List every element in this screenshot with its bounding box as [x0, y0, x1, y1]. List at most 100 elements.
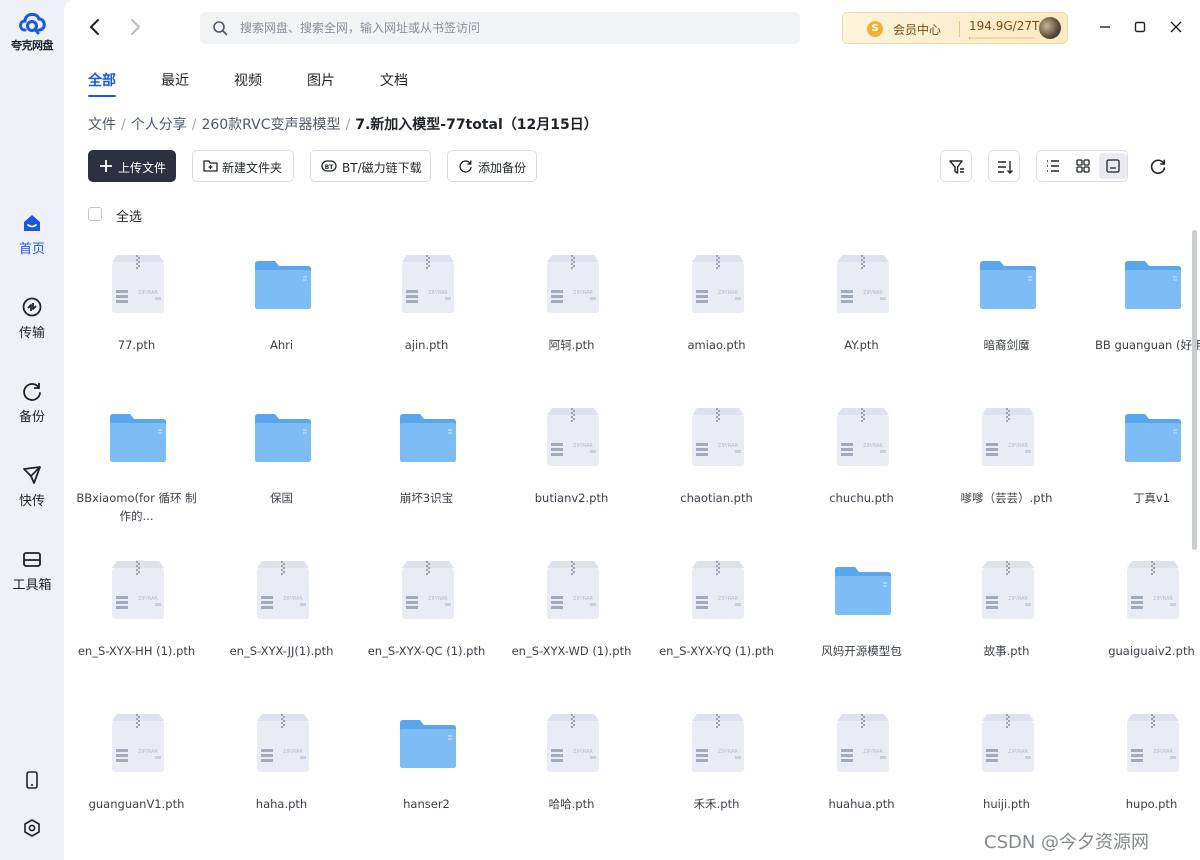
tab-documents[interactable]: 文档	[380, 70, 408, 90]
folder-item[interactable]: Ahri	[209, 236, 354, 386]
file-item[interactable]: ZIP/RAR 嗲嗲（芸芸）.pth	[934, 389, 1079, 539]
tab-all[interactable]: 全部	[88, 70, 116, 90]
folder-icon	[1125, 414, 1181, 462]
cloud-logo-icon	[19, 12, 46, 35]
breadcrumb: 文件 / 个人分享/260款RVC变声器模型/7.新加入模型-77total（12月…	[88, 114, 598, 134]
folder-item[interactable]: 保国	[209, 389, 354, 539]
svg-text:ZIP/RAR: ZIP/RAR	[138, 290, 158, 296]
file-item[interactable]: ZIP/RAR 哈哈.pth	[499, 695, 644, 845]
file-item[interactable]: ZIP/RAR en_S-XYX-WD (1).pth	[499, 542, 644, 692]
file-item[interactable]: ZIP/RAR 禾禾.pth	[644, 695, 789, 845]
file-item[interactable]: ZIP/RAR hupo.pth	[1079, 695, 1200, 845]
file-item[interactable]: ZIP/RAR AY.pth	[789, 236, 934, 386]
add-backup-button[interactable]: 添加备份	[447, 150, 537, 182]
sidebar-item-quick-send[interactable]: 快传	[0, 464, 64, 509]
refresh-icon	[1150, 159, 1166, 175]
breadcrumb-item[interactable]: 个人分享	[131, 117, 187, 133]
archive-file-icon: ZIP/RAR	[982, 714, 1034, 772]
file-item[interactable]: ZIP/RAR amiao.pth	[644, 236, 789, 386]
svg-text:ZIP/RAR: ZIP/RAR	[428, 596, 448, 602]
breadcrumb-item[interactable]: 文件	[88, 117, 116, 133]
sidebar-item-home[interactable]: 首页	[0, 212, 64, 257]
refresh-button[interactable]	[1148, 156, 1168, 176]
list-view-button[interactable]	[1039, 153, 1067, 179]
folder-icon	[835, 567, 891, 615]
file-item[interactable]: ZIP/RAR 阿轲.pth	[499, 236, 644, 386]
file-item[interactable]: ZIP/RAR en_S-XYX-YQ (1).pth	[644, 542, 789, 692]
sidebar-item-label: 备份	[18, 410, 45, 425]
large-icon-view-icon	[1106, 159, 1120, 173]
tab-recent[interactable]: 最近	[161, 70, 189, 90]
svg-text:ZIP/RAR: ZIP/RAR	[573, 443, 593, 449]
grid-view-button[interactable]	[1069, 153, 1097, 179]
file-item[interactable]: ZIP/RAR haha.pth	[209, 695, 354, 845]
file-item[interactable]: ZIP/RAR guanguanV1.pth	[64, 695, 209, 845]
archive-file-icon: ZIP/RAR	[547, 714, 599, 772]
close-button[interactable]	[1163, 14, 1189, 40]
upload-button[interactable]: 上传文件	[88, 150, 176, 182]
tab-images[interactable]: 图片	[307, 70, 335, 90]
archive-file-icon: ZIP/RAR	[257, 714, 309, 772]
svg-text:ZIP/RAR: ZIP/RAR	[863, 443, 883, 449]
file-name: en_S-XYX-QC (1).pth	[367, 644, 486, 658]
scrollbar[interactable]	[1192, 230, 1197, 550]
tab-videos[interactable]: 视频	[234, 70, 262, 90]
file-item[interactable]: ZIP/RAR en_S-XYX-JJ(1).pth	[209, 542, 354, 692]
vip-divider	[959, 21, 960, 37]
filter-button[interactable]	[940, 150, 972, 182]
svg-text:ZIP/RAR: ZIP/RAR	[428, 290, 448, 296]
svg-text:ZIP/RAR: ZIP/RAR	[863, 749, 883, 755]
avatar[interactable]	[1039, 17, 1061, 39]
maximize-button[interactable]	[1127, 14, 1153, 40]
vip-center[interactable]: S 会员中心 194.9G/27T	[842, 12, 1068, 44]
folder-item[interactable]: 风妈开源模型包	[789, 542, 934, 692]
forward-button[interactable]	[124, 16, 146, 38]
file-item[interactable]: ZIP/RAR huiji.pth	[934, 695, 1079, 845]
svg-text:ZIP/RAR: ZIP/RAR	[1008, 749, 1028, 755]
sidebar-item-transfer[interactable]: 传输	[0, 296, 64, 341]
archive-file-icon: ZIP/RAR	[112, 255, 164, 313]
file-item[interactable]: ZIP/RAR huahua.pth	[789, 695, 934, 845]
svg-text:ZIP/RAR: ZIP/RAR	[718, 596, 738, 602]
folder-item[interactable]: hanser2	[354, 695, 499, 845]
new-folder-button[interactable]: 新建文件夹	[192, 150, 294, 182]
back-button[interactable]	[84, 16, 106, 38]
folder-item[interactable]: BB guanguan (好用)	[1079, 236, 1200, 386]
sort-button[interactable]	[988, 150, 1020, 182]
file-item[interactable]: ZIP/RAR en_S-XYX-HH (1).pth	[64, 542, 209, 692]
select-all-checkbox[interactable]	[88, 207, 102, 221]
file-item[interactable]: ZIP/RAR 77.pth	[64, 236, 209, 386]
search-input[interactable]	[240, 12, 780, 44]
file-name: 暗裔剑魔	[983, 338, 1030, 352]
sidebar-item-backup[interactable]: 备份	[0, 380, 64, 425]
file-item[interactable]: ZIP/RAR 故事.pth	[934, 542, 1079, 692]
file-item[interactable]: ZIP/RAR guaiguaiv2.pth	[1079, 542, 1200, 692]
large-icon-view-button[interactable]	[1099, 153, 1127, 179]
svg-text:BT: BT	[325, 164, 335, 171]
file-name: en_S-XYX-WD (1).pth	[511, 644, 632, 658]
folder-item[interactable]: 暗裔剑魔	[934, 236, 1079, 386]
folder-item[interactable]: 崩坏3识宝	[354, 389, 499, 539]
plus-icon	[100, 160, 112, 172]
mobile-button[interactable]	[0, 770, 64, 790]
archive-file-icon: ZIP/RAR	[547, 561, 599, 619]
folder-item[interactable]: BBxiaomo(for 循环 制作的...	[64, 389, 209, 539]
file-item[interactable]: ZIP/RAR butianv2.pth	[499, 389, 644, 539]
file-item[interactable]: ZIP/RAR ajin.pth	[354, 236, 499, 386]
file-item[interactable]: ZIP/RAR en_S-XYX-QC (1).pth	[354, 542, 499, 692]
folder-item[interactable]: 丁真v1	[1079, 389, 1200, 539]
file-name: 故事.pth	[983, 644, 1030, 658]
file-item[interactable]: ZIP/RAR chuchu.pth	[789, 389, 934, 539]
archive-file-icon: ZIP/RAR	[692, 561, 744, 619]
breadcrumb-item[interactable]: 260款RVC变声器模型	[201, 117, 340, 133]
file-name: ajin.pth	[404, 338, 449, 352]
settings-button[interactable]	[0, 818, 64, 838]
file-item[interactable]: ZIP/RAR chaotian.pth	[644, 389, 789, 539]
breadcrumb-current: 7.新加入模型-77total（12月15日）	[355, 117, 598, 133]
app-logo[interactable]: 夸克网盘	[0, 8, 64, 53]
sidebar-item-toolbox[interactable]: 工具箱	[0, 548, 64, 593]
app-name: 夸克网盘	[11, 39, 54, 52]
bt-download-button[interactable]: BT BT/磁力链下载	[310, 150, 431, 182]
bt-download-button-label: BT/磁力链下载	[342, 161, 422, 175]
minimize-button[interactable]	[1092, 14, 1118, 40]
